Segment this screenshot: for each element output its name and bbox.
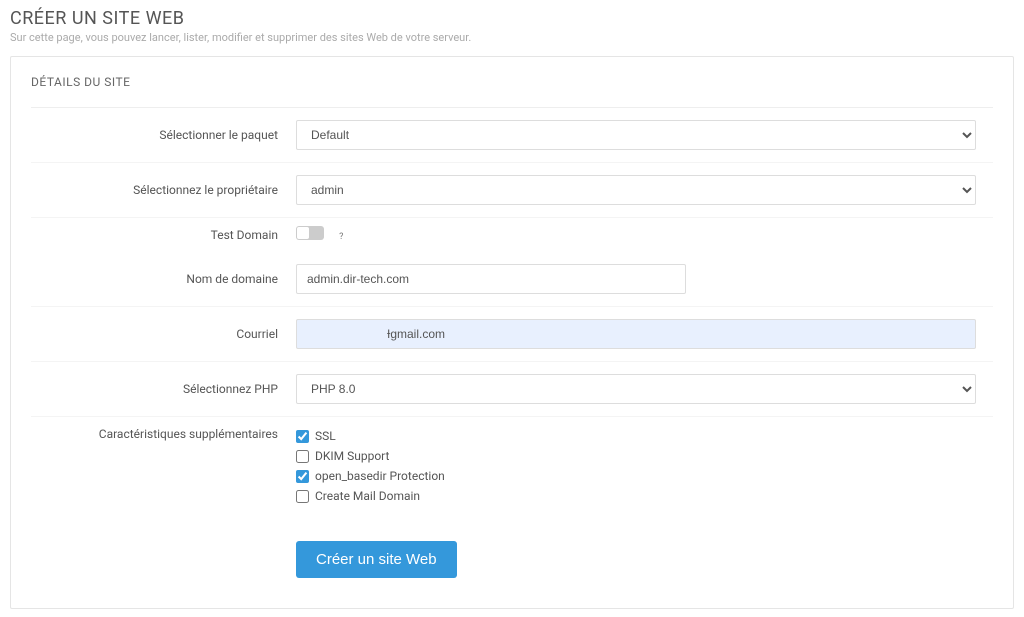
- feature-open-basedir: open_basedir Protection: [296, 469, 976, 483]
- checkbox-open-basedir[interactable]: [296, 470, 309, 483]
- select-package[interactable]: Default: [296, 120, 976, 150]
- feature-dkim: DKIM Support: [296, 449, 976, 463]
- row-package: Sélectionner le paquet Default: [31, 108, 993, 163]
- label-email: Courriel: [31, 327, 296, 341]
- checkbox-open-basedir-label: open_basedir Protection: [315, 469, 445, 483]
- row-email: Courriel: [31, 307, 993, 362]
- page-subtitle: Sur cette page, vous pouvez lancer, list…: [10, 31, 1014, 44]
- row-test-domain: Test Domain ?: [31, 218, 993, 252]
- label-features: Caractéristiques supplémentaires: [31, 425, 296, 441]
- label-php: Sélectionnez PHP: [31, 382, 296, 396]
- row-domain: Nom de domaine: [31, 252, 993, 307]
- page-title: CRÉER UN SITE WEB: [10, 8, 1014, 29]
- row-features: Caractéristiques supplémentaires SSL DKI…: [31, 417, 993, 517]
- submit-button[interactable]: Créer un site Web: [296, 541, 457, 578]
- toggle-test-domain[interactable]: [296, 226, 324, 240]
- row-submit: Créer un site Web: [31, 517, 993, 578]
- help-icon[interactable]: ?: [335, 231, 347, 243]
- label-test-domain: Test Domain: [31, 228, 296, 242]
- label-domain: Nom de domaine: [31, 272, 296, 286]
- row-php: Sélectionnez PHP PHP 8.0: [31, 362, 993, 417]
- select-owner[interactable]: admin: [296, 175, 976, 205]
- site-details-panel: DÉTAILS DU SITE Sélectionner le paquet D…: [10, 56, 1014, 609]
- checkbox-ssl[interactable]: [296, 430, 309, 443]
- checkbox-mail-domain[interactable]: [296, 490, 309, 503]
- label-owner: Sélectionnez le propriétaire: [31, 183, 296, 197]
- input-email[interactable]: [296, 319, 976, 349]
- feature-mail-domain: Create Mail Domain: [296, 489, 976, 503]
- feature-ssl: SSL: [296, 429, 976, 443]
- panel-header: DÉTAILS DU SITE: [31, 75, 993, 108]
- input-domain[interactable]: [296, 264, 686, 294]
- label-package: Sélectionner le paquet: [31, 128, 296, 142]
- page-header: CRÉER UN SITE WEB Sur cette page, vous p…: [10, 8, 1014, 44]
- row-owner: Sélectionnez le propriétaire admin: [31, 163, 993, 218]
- select-php[interactable]: PHP 8.0: [296, 374, 976, 404]
- checkbox-dkim[interactable]: [296, 450, 309, 463]
- checkbox-dkim-label: DKIM Support: [315, 449, 389, 463]
- checkbox-ssl-label: SSL: [315, 429, 336, 443]
- checkbox-mail-domain-label: Create Mail Domain: [315, 489, 420, 503]
